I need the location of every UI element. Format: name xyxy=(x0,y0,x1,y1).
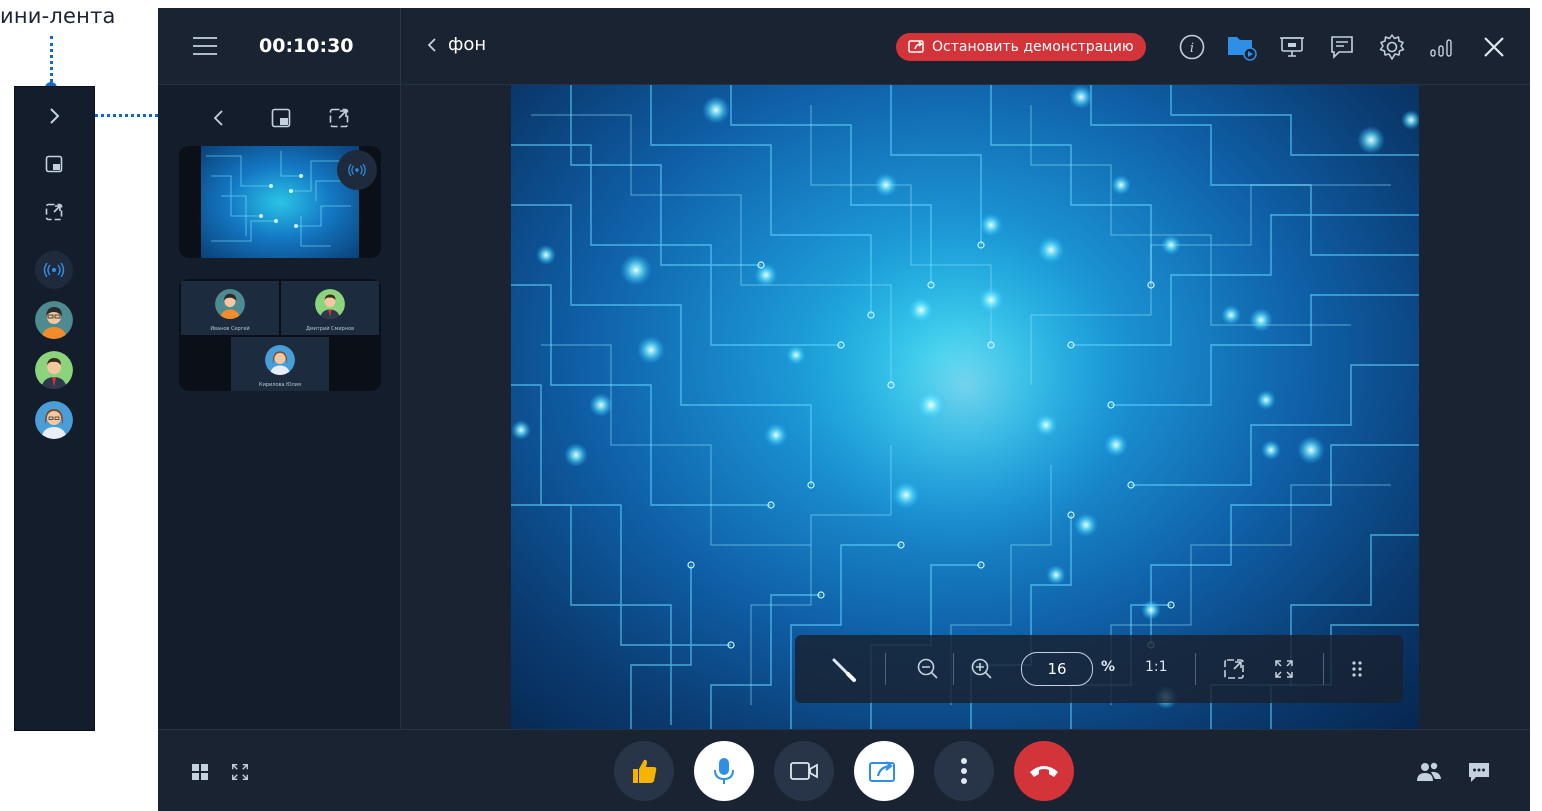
like-button[interactable] xyxy=(614,741,674,801)
fullscreen-icon[interactable] xyxy=(227,759,253,785)
actual-size-button[interactable]: 1:1 xyxy=(1145,659,1168,675)
picture-in-picture-icon[interactable] xyxy=(37,147,71,181)
top-bar: 00:10:30 фон Остановить демонстрацию i xyxy=(158,8,1530,85)
participant-name: Кирилова Юлия xyxy=(259,382,301,388)
microphone-button[interactable] xyxy=(694,741,754,801)
chevron-left-icon xyxy=(427,37,436,52)
participant-name: Иванов Сергей xyxy=(210,326,250,332)
annotation-label: ини-лента xyxy=(0,4,116,28)
chat-icon[interactable] xyxy=(1466,759,1492,785)
fit-screen-icon[interactable] xyxy=(1219,654,1249,684)
zoom-unit: % xyxy=(1101,659,1116,675)
screen-share-preview xyxy=(201,146,359,258)
participant-avatar-2[interactable] xyxy=(35,351,73,389)
toolbar-separator xyxy=(1323,653,1324,685)
video-camera-icon xyxy=(790,762,818,780)
stop-demonstration-label: Остановить демонстрацию xyxy=(932,39,1134,55)
participants-icon[interactable] xyxy=(1416,759,1442,785)
zoom-input[interactable]: 16 xyxy=(1021,652,1093,686)
end-call-button[interactable] xyxy=(1014,741,1074,801)
stop-demonstration-button[interactable]: Остановить демонстрацию xyxy=(896,33,1146,61)
video-feed-panel: Иванов Сергей Дмитрий Смирнов Кирилова Ю… xyxy=(158,85,401,729)
participant-avatar-3 xyxy=(265,345,295,375)
back-to-content[interactable]: фон xyxy=(426,34,486,55)
top-divider xyxy=(400,8,401,84)
drag-handle-icon[interactable] xyxy=(1347,654,1367,684)
share-screen-button[interactable] xyxy=(854,741,914,801)
thumbs-up-icon xyxy=(633,759,657,783)
video-call-window: 00:10:30 фон Остановить демонстрацию i И… xyxy=(158,8,1530,811)
expand-icon[interactable] xyxy=(37,195,71,229)
zoom-in-icon[interactable] xyxy=(967,654,997,684)
participant-avatar-2 xyxy=(315,289,345,319)
share-screen-icon xyxy=(908,40,924,53)
broadcast-icon[interactable] xyxy=(35,251,73,289)
participant-avatar-3[interactable] xyxy=(35,401,73,439)
toolbar-separator xyxy=(885,653,886,685)
close-icon[interactable] xyxy=(1478,31,1510,63)
microphone-icon xyxy=(714,758,734,784)
toolbar-separator xyxy=(1195,653,1196,685)
camera-button[interactable] xyxy=(774,741,834,801)
participant-name: Дмитрий Смирнов xyxy=(305,326,355,332)
participant-avatar-1[interactable] xyxy=(35,301,73,339)
demo-title: фон xyxy=(448,34,487,55)
participants-grid-thumbnail[interactable]: Иванов Сергей Дмитрий Смирнов Кирилова Ю… xyxy=(179,279,381,391)
pointer-pen-icon[interactable] xyxy=(829,654,859,684)
expand-icon[interactable] xyxy=(324,103,354,133)
demonstration-stage: 16 % 1:1 xyxy=(401,85,1530,729)
participant-avatar-1 xyxy=(215,289,245,319)
gear-icon[interactable] xyxy=(1376,31,1408,63)
zoom-out-icon[interactable] xyxy=(913,654,943,684)
participant-tile[interactable]: Дмитрий Смирнов xyxy=(281,281,379,335)
hang-up-icon xyxy=(1030,766,1058,777)
call-timer: 00:10:30 xyxy=(259,35,354,57)
annotation-vertical-line xyxy=(50,36,53,82)
hamburger-menu-icon[interactable] xyxy=(192,34,218,58)
info-icon[interactable]: i xyxy=(1176,31,1208,63)
share-screen-icon xyxy=(869,761,895,782)
demonstration-image xyxy=(511,85,1419,729)
presentation-board-icon[interactable] xyxy=(1276,31,1308,63)
more-options-button[interactable] xyxy=(934,741,994,801)
participant-tile[interactable]: Кирилова Юлия xyxy=(231,337,329,391)
signal-icon[interactable] xyxy=(1426,31,1458,63)
expand-chevron-icon[interactable] xyxy=(37,99,71,133)
mini-strip xyxy=(14,86,95,731)
picture-in-picture-icon[interactable] xyxy=(266,103,296,133)
layout-grid-icon[interactable] xyxy=(187,759,213,785)
svg-text:i: i xyxy=(1190,41,1194,56)
bottom-bar xyxy=(158,729,1530,811)
broadcast-icon xyxy=(337,150,377,190)
toolbar-separator xyxy=(953,653,954,685)
folder-share-icon[interactable] xyxy=(1226,31,1258,63)
more-vertical-icon xyxy=(961,758,967,784)
collapse-chevron-icon[interactable] xyxy=(204,103,234,133)
chat-board-icon[interactable] xyxy=(1326,31,1358,63)
fullscreen-icon[interactable] xyxy=(1269,654,1299,684)
demonstration-toolbar: 16 % 1:1 xyxy=(795,635,1403,703)
participant-tile[interactable]: Иванов Сергей xyxy=(181,281,279,335)
screen-share-thumbnail[interactable] xyxy=(179,146,381,258)
